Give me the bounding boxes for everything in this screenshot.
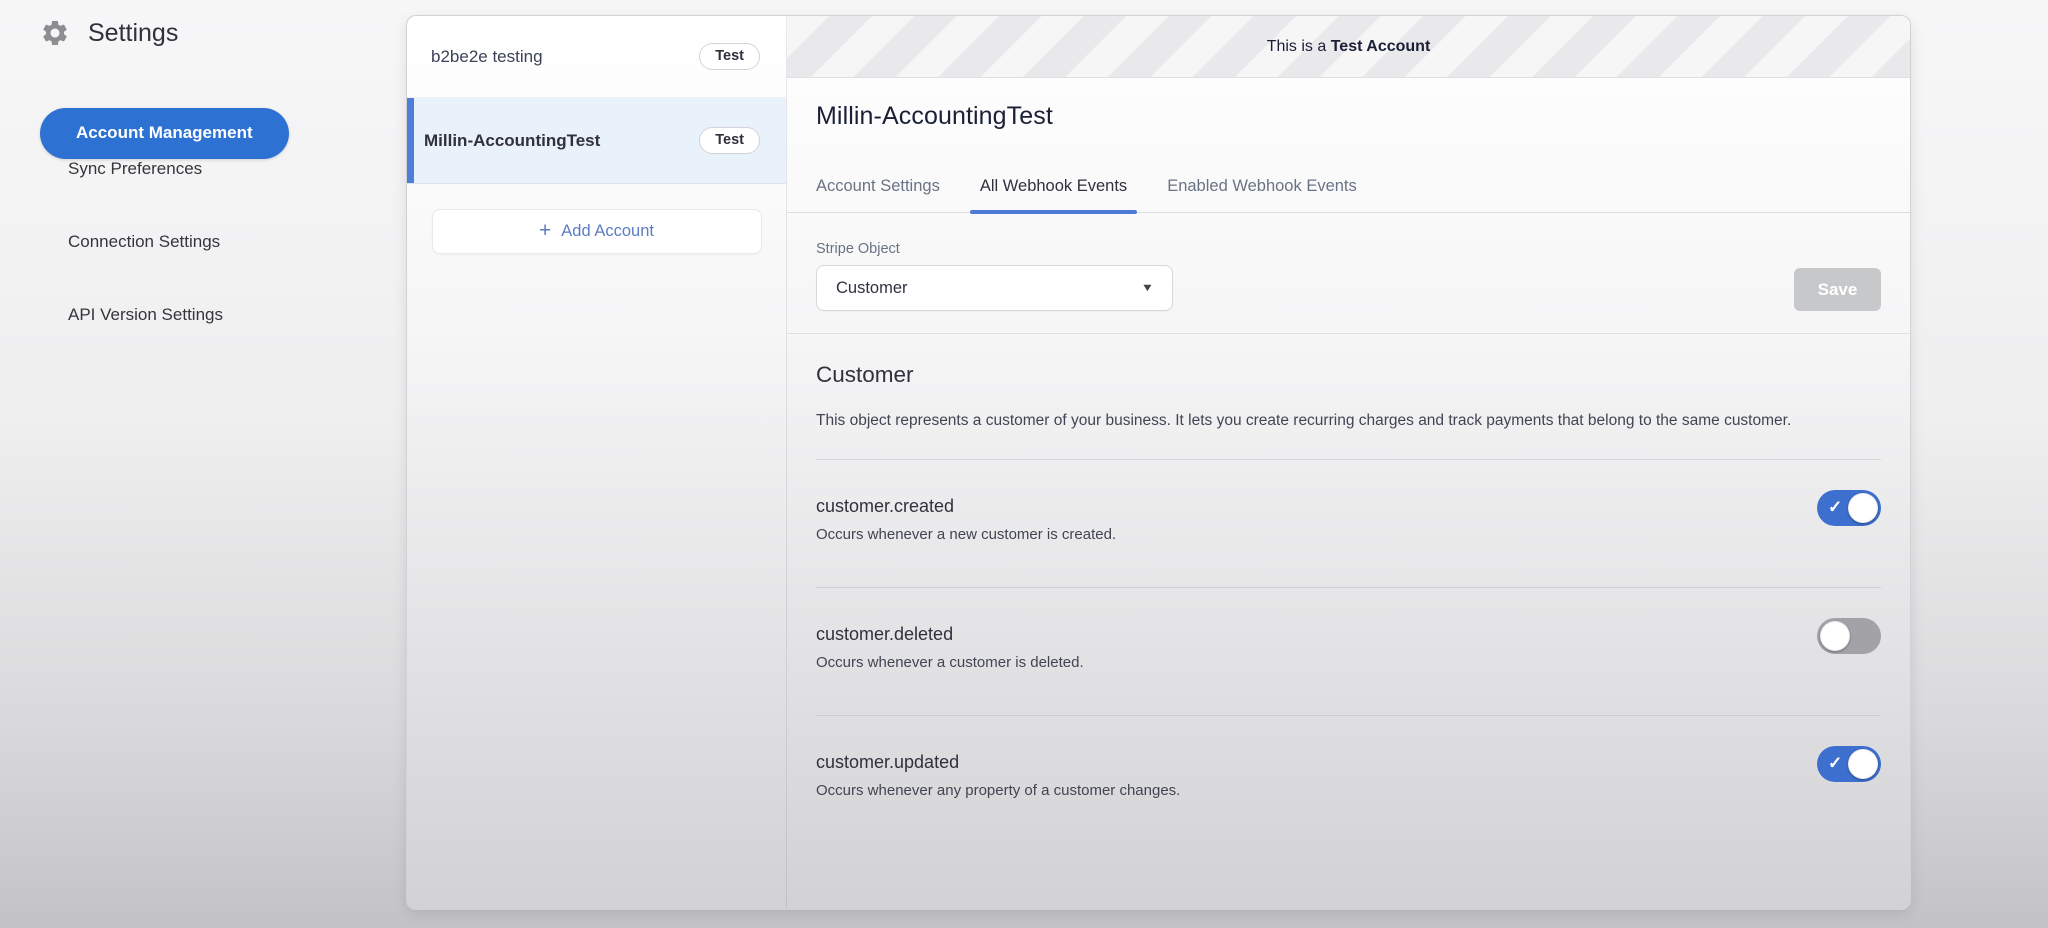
customer-section: Customer This object represents a custom… [787,334,1910,460]
section-heading: Customer [816,362,1881,388]
stripe-object-select[interactable]: Customer ▼ [816,265,1173,311]
banner-text: This is a [1267,38,1331,56]
check-icon: ✓ [1828,754,1842,774]
check-icon: ✓ [1828,498,1842,518]
sidebar-item-account-management[interactable]: Account Management [40,108,289,159]
account-detail-panel: This is a Test Account Millin-Accounting… [787,16,1910,909]
tab-account-settings[interactable]: Account Settings [806,177,950,212]
sidebar-item-sync-preferences[interactable]: Sync Preferences [68,159,406,179]
tab-enabled-webhook-events[interactable]: Enabled Webhook Events [1157,177,1367,212]
settings-sidebar: Settings Account Management Sync Prefere… [0,0,406,928]
account-row-millin-accountingtest[interactable]: Millin-AccountingTest Test [407,98,786,184]
event-row-customer-created: customer.created Occurs whenever a new c… [816,460,1881,588]
event-name: customer.deleted [816,624,1881,645]
section-description: This object represents a customer of you… [816,406,1881,435]
toggle-customer-deleted[interactable]: ✓ [1817,618,1881,654]
tab-all-webhook-events[interactable]: All Webhook Events [970,177,1137,212]
test-account-banner: This is a Test Account [787,16,1910,78]
tab-bar: Account Settings All Webhook Events Enab… [787,177,1910,213]
gear-icon [40,18,70,48]
save-button[interactable]: Save [1794,268,1881,311]
toggle-knob [1820,621,1850,651]
banner-text-bold: Test Account [1331,38,1431,56]
event-description: Occurs whenever a customer is deleted. [816,654,1881,671]
chevron-down-icon: ▼ [1141,282,1155,294]
event-row-customer-deleted: customer.deleted Occurs whenever a custo… [816,588,1881,716]
sidebar-header: Settings [40,18,406,48]
sidebar-item-api-version-settings[interactable]: API Version Settings [68,305,406,325]
sidebar-title: Settings [88,19,178,48]
toggle-customer-updated[interactable]: ✓ [1817,746,1881,782]
add-account-button[interactable]: + Add Account [432,209,762,254]
account-row-b2be2e-testing[interactable]: b2be2e testing Test [407,16,786,98]
add-account-label: Add Account [561,222,654,241]
account-name: Millin-AccountingTest [424,131,600,151]
stripe-object-field: Stripe Object Customer ▼ [816,241,1173,311]
test-badge: Test [699,43,760,71]
event-description: Occurs whenever a new customer is create… [816,526,1881,543]
toggle-knob [1848,749,1878,779]
stripe-object-selected-value: Customer [836,279,908,298]
event-name: customer.created [816,496,1881,517]
plus-icon: + [539,220,551,241]
test-badge: Test [699,127,760,155]
account-name: b2be2e testing [431,47,543,67]
accounts-list: b2be2e testing Test Millin-AccountingTes… [407,16,787,909]
page-title: Millin-AccountingTest [816,102,1910,131]
stripe-object-label: Stripe Object [816,241,1173,257]
event-description: Occurs whenever any property of a custom… [816,782,1881,799]
event-row-customer-updated: customer.updated Occurs whenever any pro… [816,716,1881,843]
event-name: customer.updated [816,752,1881,773]
sidebar-item-connection-settings[interactable]: Connection Settings [68,232,406,252]
toggle-customer-created[interactable]: ✓ [1817,490,1881,526]
toggle-knob [1848,493,1878,523]
account-management-panel: b2be2e testing Test Millin-AccountingTes… [406,15,1911,910]
stripe-object-toolbar: Stripe Object Customer ▼ Save [787,213,1910,334]
sidebar-nav: Account Management Sync Preferences Conn… [40,108,406,325]
